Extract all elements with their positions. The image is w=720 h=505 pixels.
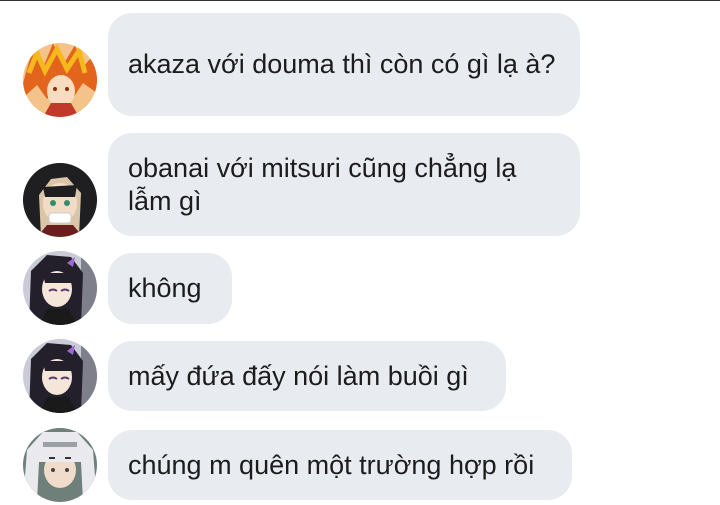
message-text: không	[128, 273, 202, 303]
chat-thread: akaza với douma thì còn có gì lạ à? oban…	[0, 0, 720, 505]
message-bubble[interactable]: chúng m quên một trường hợp rồi	[108, 430, 572, 500]
message-bubble[interactable]: không	[108, 253, 232, 324]
butterfly-hair-character-avatar[interactable]	[23, 251, 97, 325]
message-text: mấy đứa đấy nói làm buồi gì	[128, 360, 469, 391]
message-bubble[interactable]: obanai với mitsuri cũng chẳng lạ lẫm gì	[108, 133, 580, 236]
butterfly-hair-character-avatar[interactable]	[23, 339, 97, 413]
message-bubble[interactable]: akaza với douma thì còn có gì lạ à?	[108, 13, 580, 116]
dark-hair-bandaged-character-avatar[interactable]	[23, 163, 97, 237]
fire-hair-character-avatar[interactable]	[23, 43, 97, 117]
message-text: chúng m quên một trường hợp rồi	[128, 449, 535, 480]
white-hair-character-avatar[interactable]	[23, 428, 97, 502]
message-bubble[interactable]: mấy đứa đấy nói làm buồi gì	[108, 341, 506, 411]
message-text: akaza với douma thì còn có gì lạ à?	[128, 49, 556, 79]
message-text: obanai với mitsuri cũng chẳng lạ lẫm gì	[128, 152, 517, 216]
